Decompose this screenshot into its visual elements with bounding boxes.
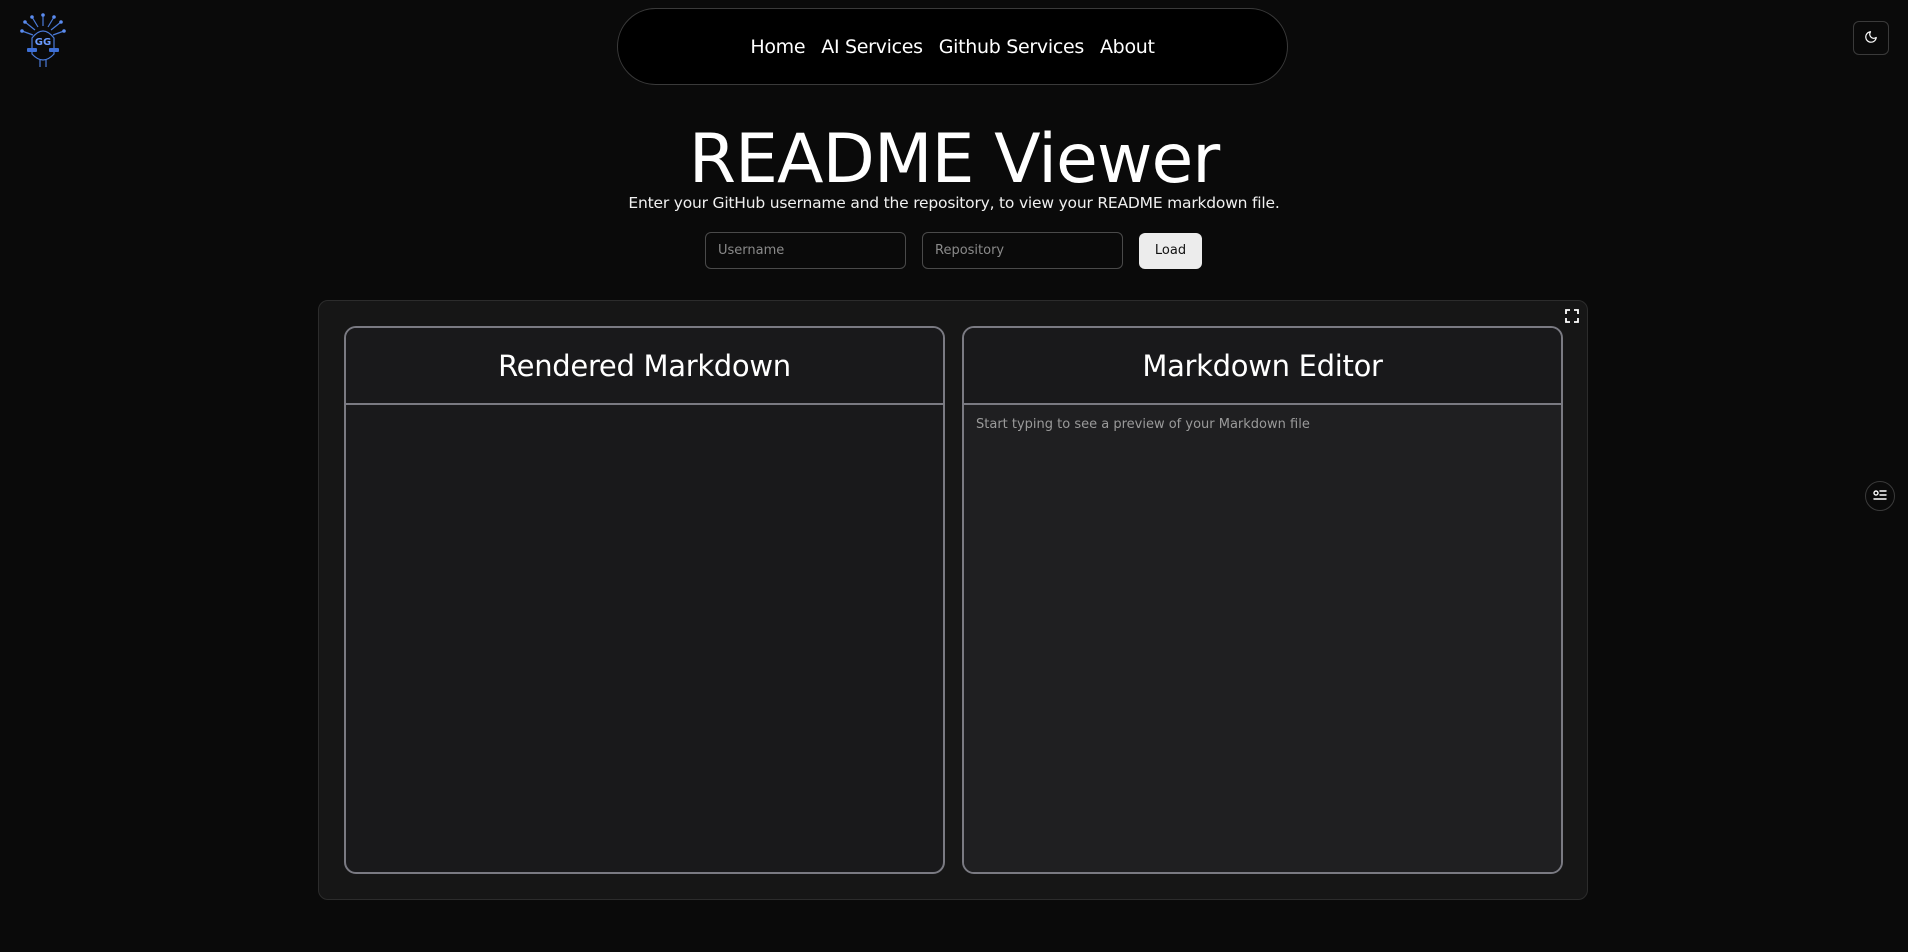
main-navbar: Home AI Services Github Services About (617, 8, 1288, 85)
load-button[interactable]: Load (1139, 232, 1202, 269)
rendered-markdown-panel: Rendered Markdown (344, 326, 945, 874)
username-input[interactable] (705, 232, 906, 269)
svg-text:GG: GG (35, 37, 51, 48)
markdown-workspace: Rendered Markdown Markdown Editor (318, 300, 1588, 900)
page: GG Home AI Services Github Services Abou… (0, 0, 1908, 952)
markdown-editor-body (964, 405, 1561, 872)
nav-link-home[interactable]: Home (750, 36, 805, 58)
markdown-editor-title: Markdown Editor (964, 328, 1561, 405)
nav-link-about[interactable]: About (1100, 36, 1155, 58)
repository-input[interactable] (922, 232, 1123, 269)
markdown-editor-panel: Markdown Editor (962, 326, 1563, 874)
side-tool-button[interactable] (1865, 481, 1895, 511)
moon-icon (1864, 30, 1878, 47)
nav-link-ai-services[interactable]: AI Services (821, 36, 923, 58)
rendered-markdown-preview (346, 405, 943, 872)
rendered-markdown-title: Rendered Markdown (346, 328, 943, 405)
fullscreen-icon[interactable] (1563, 307, 1581, 325)
theme-toggle-button[interactable] (1853, 21, 1889, 55)
gg-logo-icon[interactable]: GG (18, 12, 68, 68)
markdown-editor-textarea[interactable] (964, 405, 1561, 872)
page-subtitle: Enter your GitHub username and the repos… (628, 194, 1280, 212)
repo-form: Load (705, 232, 1202, 269)
settings-list-icon (1872, 487, 1888, 506)
nav-link-github-services[interactable]: Github Services (939, 36, 1085, 58)
page-title: README Viewer (688, 120, 1221, 199)
